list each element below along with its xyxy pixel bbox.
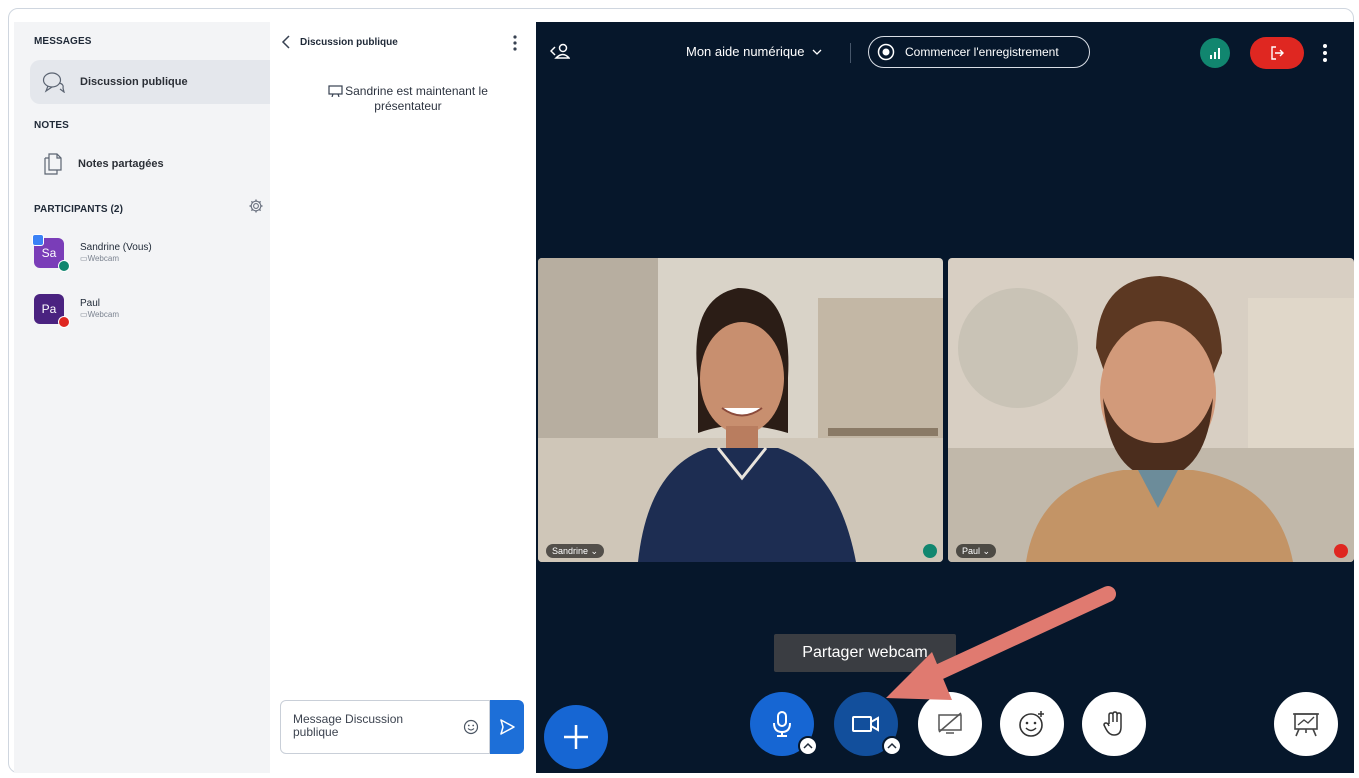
avatar-initials: Sa: [41, 246, 57, 260]
room-name-dropdown[interactable]: Mon aide numérique: [686, 44, 822, 59]
audio-options-button[interactable]: [798, 736, 818, 756]
video-name-label[interactable]: Paul ⌄: [956, 544, 997, 558]
reactions-button[interactable]: [1000, 692, 1064, 756]
chevron-up-icon: [887, 742, 897, 749]
notes-icon: [44, 153, 62, 175]
user-list-toggle-icon[interactable]: [550, 42, 570, 60]
user-name: Sandrine (Vous): [80, 242, 152, 253]
leave-icon: [1271, 46, 1284, 60]
system-message: Sandrine est maintenant le présentateur: [300, 84, 516, 114]
webcam-tooltip: Partager webcam: [774, 634, 956, 672]
webcam-feed-image: [948, 258, 1354, 562]
connection-status-button[interactable]: [1200, 38, 1230, 68]
plus-icon: [564, 725, 588, 749]
user-list-item[interactable]: Pa Paul ▭Webcam: [34, 294, 264, 334]
chevron-up-icon: [803, 742, 813, 749]
video-tile-paul[interactable]: Paul ⌄: [948, 258, 1354, 562]
divider: [850, 43, 851, 63]
reactions-icon: [1019, 711, 1044, 737]
user-status-text: Webcam: [87, 310, 119, 319]
microphone-icon: [58, 260, 70, 272]
leave-button[interactable]: [1250, 37, 1304, 69]
record-button[interactable]: Commencer l'enregistrement: [868, 36, 1090, 68]
chevron-left-icon[interactable]: [280, 34, 294, 50]
chat-title: Discussion publique: [300, 37, 398, 48]
microphone-muted-icon: [1334, 544, 1348, 558]
presentation-button[interactable]: [1274, 692, 1338, 756]
microphone-muted-icon: [58, 316, 70, 328]
sidebar-item-shared-notes[interactable]: Notes partagées: [30, 144, 270, 184]
more-options-icon[interactable]: [510, 34, 520, 52]
send-icon: [500, 719, 515, 735]
video-name-text: Sandrine: [552, 546, 589, 556]
user-status: ▭Webcam: [80, 310, 119, 319]
system-message-text: Sandrine est maintenant le présentateur: [345, 84, 488, 113]
connection-bars-icon: [1210, 48, 1220, 59]
meeting-area: Mon aide numérique Commencer l'enregistr…: [536, 22, 1354, 773]
screen-share-button[interactable]: [918, 692, 982, 756]
participants-section-title: PARTICIPANTS (2): [34, 204, 124, 215]
presentation-icon: [328, 85, 343, 97]
messages-section-title: MESSAGES: [34, 36, 92, 47]
user-list-item[interactable]: Sa Sandrine (Vous) ▭Webcam: [32, 234, 264, 278]
user-status-text: Webcam: [87, 254, 119, 263]
sidebar-item-label: Discussion publique: [80, 76, 188, 88]
more-options-icon[interactable]: [1320, 42, 1330, 64]
actions-button[interactable]: [544, 705, 608, 769]
microphone-icon: [773, 711, 791, 737]
notes-section-title: NOTES: [34, 120, 69, 131]
raise-hand-button[interactable]: [1082, 692, 1146, 756]
gear-icon[interactable]: [248, 198, 264, 214]
video-name-text: Paul: [962, 546, 981, 556]
sidebar: MESSAGES Discussion publique NOTES Notes…: [14, 22, 270, 773]
record-label: Commencer l'enregistrement: [905, 45, 1059, 59]
microphone-icon: [923, 544, 937, 558]
webcam-options-button[interactable]: [882, 736, 902, 756]
message-input[interactable]: Message Discussion publique: [280, 700, 490, 754]
send-button[interactable]: [490, 700, 524, 754]
user-name: Paul: [80, 298, 101, 309]
presenter-icon: [32, 234, 44, 246]
sidebar-item-label: Notes partagées: [78, 158, 164, 170]
emoji-icon[interactable]: [463, 719, 479, 735]
user-status: ▭Webcam: [80, 254, 119, 263]
screen-share-off-icon: [938, 712, 962, 734]
avatar-initials: Pa: [41, 302, 57, 316]
record-icon: [877, 43, 895, 61]
sidebar-item-public-chat[interactable]: Discussion publique: [30, 60, 270, 104]
webcam-icon: [852, 716, 879, 732]
chat-panel: Discussion publique Sandrine est mainten…: [270, 22, 536, 773]
video-name-label[interactable]: Sandrine ⌄: [546, 544, 605, 558]
chat-bubbles-icon: [42, 72, 65, 93]
presentation-icon: [1293, 713, 1319, 737]
room-name: Mon aide numérique: [686, 44, 805, 59]
webcam-feed-image: [538, 258, 943, 562]
message-input-placeholder: Message Discussion publique: [293, 712, 404, 739]
video-tile-sandrine[interactable]: Sandrine ⌄: [538, 258, 943, 562]
raise-hand-icon: [1103, 711, 1122, 736]
chevron-down-icon: [812, 49, 822, 55]
